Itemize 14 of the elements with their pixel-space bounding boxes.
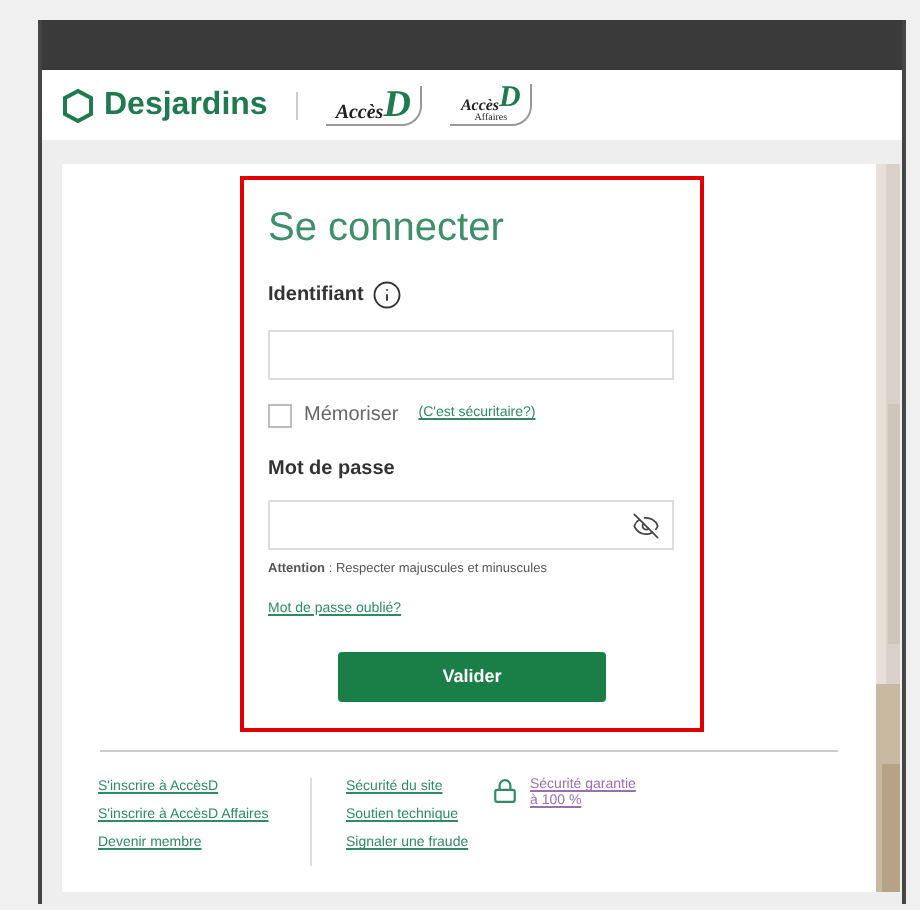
field-label: Mot de passe	[268, 456, 397, 484]
submit-button[interactable]: Valider	[338, 652, 606, 703]
lock-icon	[492, 778, 518, 804]
login-title: Se connecter	[268, 204, 506, 252]
input-field[interactable]	[268, 330, 674, 380]
password-field[interactable]	[268, 500, 674, 550]
accesd-logo[interactable]: AccèsD	[325, 85, 423, 125]
hexagon-icon	[62, 87, 94, 123]
checkbox[interactable]	[268, 403, 292, 427]
eye-slash-icon[interactable]	[632, 511, 660, 539]
field-label: Identifiant	[268, 282, 364, 310]
checkbox-label: Mémoriser	[304, 402, 399, 430]
info-icon[interactable]	[371, 280, 402, 310]
desjardins-logo[interactable]: Desjardins	[62, 81, 268, 129]
